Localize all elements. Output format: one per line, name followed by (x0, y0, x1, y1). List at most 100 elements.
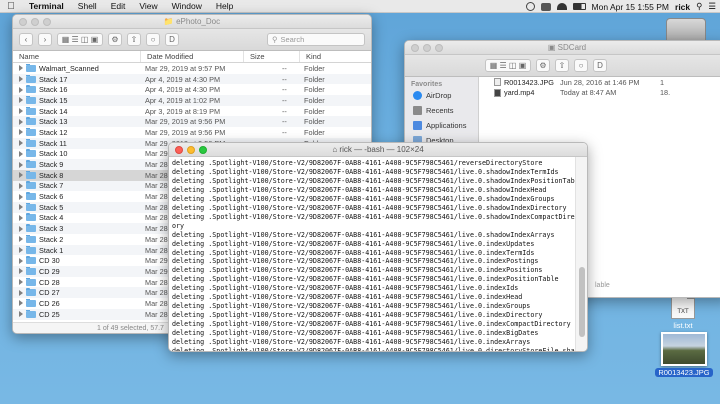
terminal-line: deleting .Spotlight-V100/Store-V2/9D8206… (172, 338, 531, 347)
disclosure-triangle-icon[interactable] (19, 172, 23, 179)
row-name: Stack 2 (13, 234, 141, 244)
sdcard-minimize-button[interactable] (423, 44, 431, 52)
back-button[interactable]: ‹ (19, 33, 33, 46)
sdcard-title: SDCard (557, 43, 587, 52)
folder-name: Stack 4 (39, 213, 64, 223)
display-icon[interactable] (540, 2, 551, 11)
terminal-titlebar[interactable]: ⌂ rick — -bash — 102×24 (169, 143, 587, 157)
disclosure-triangle-icon[interactable] (19, 236, 23, 243)
disclosure-triangle-icon[interactable] (19, 289, 23, 296)
disclosure-triangle-icon[interactable] (19, 97, 23, 104)
sdcard-titlebar[interactable]: ▣ SDCard (405, 41, 720, 55)
row-kind: Folder (304, 74, 325, 84)
disclosure-triangle-icon[interactable] (19, 279, 23, 286)
column-date-modified[interactable]: Date Modified (141, 51, 244, 62)
disclosure-triangle-icon[interactable] (19, 76, 23, 83)
terminal-line: deleting .Spotlight-V100/Store-V2/9D8206… (172, 293, 523, 302)
search-field[interactable]: ⚲ Search (267, 33, 365, 46)
row-name: Stack 13 (13, 117, 141, 126)
minimize-button[interactable] (31, 18, 39, 26)
row-kind: Folder (304, 127, 325, 137)
disclosure-triangle-icon[interactable] (19, 193, 23, 200)
close-button[interactable] (19, 18, 27, 26)
disclosure-triangle-icon[interactable] (19, 214, 23, 221)
table-row[interactable]: Walmart_Scanned Mar 29, 2019 at 9:57 PM --… (13, 63, 371, 74)
view-mode-selector[interactable]: ▦ ☰ ◫ ▣ (57, 33, 103, 46)
disclosure-triangle-icon[interactable] (19, 300, 23, 307)
desktop-image-file[interactable]: R0013423.JPG (654, 332, 714, 377)
forward-button[interactable]: › (38, 33, 52, 46)
disclosure-triangle-icon[interactable] (19, 204, 23, 211)
table-row[interactable]: Stack 12 Mar 29, 2019 at 9:56 PM -- Folder (13, 127, 371, 138)
menu-shell[interactable]: Shell (71, 0, 104, 13)
table-row[interactable]: Stack 13 Mar 29, 2019 at 9:56 PM -- Folder (13, 116, 371, 128)
menu-clock[interactable]: Mon Apr 15 1:55 PM (592, 2, 670, 12)
list-item[interactable]: yard.mp4 Today at 8:47 AM 18. (480, 88, 720, 99)
sidebar-item-recents[interactable]: Recents (405, 103, 478, 118)
sdcard-view-mode-selector[interactable]: ▦ ☰ ◫ ▣ (485, 59, 531, 72)
share-icon[interactable]: ⇧ (127, 33, 141, 46)
table-row[interactable]: Stack 16 Apr 4, 2019 at 4:30 PM -- Folder (13, 84, 371, 95)
tag-icon[interactable]: ○ (146, 33, 160, 46)
sdcard-dropbox-icon[interactable]: D (593, 59, 607, 72)
column-size[interactable]: Size (244, 51, 300, 62)
menu-user[interactable]: rick (675, 2, 690, 12)
disclosure-triangle-icon[interactable] (19, 86, 23, 93)
list-item[interactable]: R0013423.JPG Jun 28, 2016 at 1:46 PM 1 (480, 77, 720, 88)
disclosure-triangle-icon[interactable] (19, 247, 23, 254)
column-name[interactable]: Name (13, 51, 141, 62)
zoom-button[interactable] (43, 18, 51, 26)
table-row[interactable]: Stack 14 Apr 3, 2019 at 8:19 PM -- Folder (13, 106, 371, 117)
disclosure-triangle-icon[interactable] (19, 118, 23, 125)
spotlight-icon[interactable]: ⚲ (696, 1, 702, 12)
sidebar-item-airdrop[interactable]: AirDrop (405, 88, 478, 103)
disclosure-triangle-icon[interactable] (19, 150, 23, 157)
battery-icon[interactable] (572, 3, 586, 10)
terminal-zoom-button[interactable] (199, 146, 207, 154)
menu-app-name[interactable]: Terminal (22, 0, 71, 13)
disclosure-triangle-icon[interactable] (19, 108, 23, 115)
sdcard-gear-icon[interactable]: ⚙ (536, 59, 550, 72)
scrollbar-thumb[interactable] (579, 267, 585, 337)
sync-icon[interactable] (525, 2, 535, 11)
disclosure-triangle-icon[interactable] (19, 129, 23, 136)
action-gear-icon[interactable]: ⚙ (108, 33, 122, 46)
disclosure-triangle-icon[interactable] (19, 161, 23, 168)
finder-titlebar[interactable]: 📁 ePhoto_Doc (13, 15, 371, 29)
disclosure-triangle-icon[interactable] (19, 225, 23, 232)
disclosure-triangle-icon[interactable] (19, 140, 23, 147)
menu-view[interactable]: View (132, 0, 164, 13)
disclosure-triangle-icon[interactable] (19, 257, 23, 264)
file-date: Today at 8:47 AM (560, 88, 617, 98)
dropbox-icon[interactable]: D (165, 33, 179, 46)
disclosure-triangle-icon[interactable] (19, 311, 23, 318)
disclosure-triangle-icon[interactable] (19, 268, 23, 275)
sidebar-item-label: Applications (426, 121, 467, 130)
wifi-icon[interactable] (556, 3, 567, 10)
folder-name: Stack 3 (39, 224, 64, 234)
sdcard-share-icon[interactable]: ⇧ (555, 59, 569, 72)
terminal-line: deleting .Spotlight-V100/Store-V2/9D8206… (172, 230, 555, 239)
table-row[interactable]: Stack 15 Apr 4, 2019 at 1:02 PM -- Folder (13, 95, 371, 106)
row-kind: Folder (304, 95, 325, 105)
menu-window[interactable]: Window (165, 0, 209, 13)
column-kind[interactable]: Kind (300, 51, 371, 62)
table-row[interactable]: Stack 17 Apr 4, 2019 at 4:30 PM -- Folder (13, 73, 371, 85)
notification-center-icon[interactable]: ☰ (708, 1, 716, 12)
sdcard-tag-icon[interactable]: ○ (574, 59, 588, 72)
sdcard-close-button[interactable] (411, 44, 419, 52)
row-name: Stack 15 (13, 95, 141, 105)
menu-help[interactable]: Help (209, 0, 240, 13)
row-date: Apr 4, 2019 at 1:02 PM (145, 95, 221, 105)
terminal-scrollbar[interactable] (575, 157, 587, 351)
menu-edit[interactable]: Edit (104, 0, 133, 13)
apple-menu-icon[interactable]:  (0, 1, 22, 12)
row-date: Mar 29, 2019 at 9:57 PM (145, 63, 226, 73)
sidebar-item-applications[interactable]: Applications (405, 118, 478, 133)
disclosure-triangle-icon[interactable] (19, 65, 23, 72)
terminal-minimize-button[interactable] (187, 146, 195, 154)
sdcard-zoom-button[interactable] (435, 44, 443, 52)
disclosure-triangle-icon[interactable] (19, 182, 23, 189)
terminal-close-button[interactable] (175, 146, 183, 154)
terminal-output[interactable]: deleting .Spotlight-V100/Store-V2/9D8206… (169, 157, 575, 351)
